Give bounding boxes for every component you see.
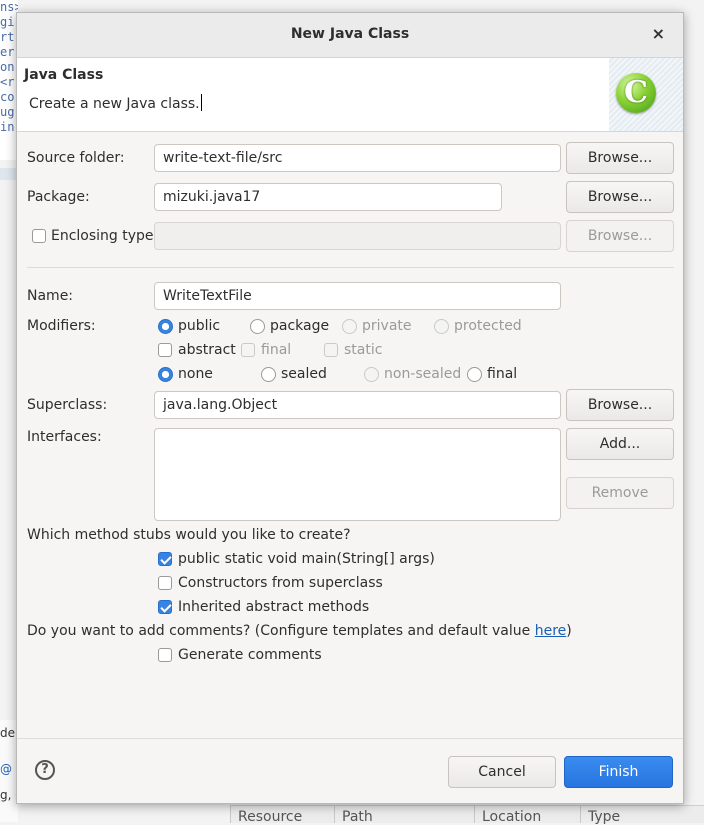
background-text: @ bbox=[0, 762, 12, 776]
superclass-browse-button[interactable]: Browse... bbox=[566, 389, 674, 421]
background-text: de bbox=[0, 726, 15, 740]
source-folder-label: Source folder: bbox=[27, 150, 125, 166]
source-folder-input[interactable]: write-text-file/src bbox=[154, 144, 561, 172]
remove-interface-button[interactable]: Remove bbox=[566, 477, 674, 509]
modifier-abstract-checkbox[interactable] bbox=[158, 343, 172, 357]
superclass-label: Superclass: bbox=[27, 397, 108, 413]
stub-inherited-checkbox[interactable] bbox=[158, 600, 172, 614]
wizard-header: Java Class Create a new Java class. C bbox=[17, 58, 683, 132]
inheritance-sealed-label: sealed bbox=[281, 366, 327, 382]
modifiers-label: Modifiers: bbox=[27, 318, 96, 334]
inheritance-final-label: final bbox=[487, 366, 518, 382]
column-header-path: Path bbox=[342, 809, 373, 825]
column-header-type: Type bbox=[588, 809, 621, 825]
dialog-title: New Java Class bbox=[290, 26, 410, 42]
background-table-header: Resource Path Location Type bbox=[230, 805, 704, 825]
modifier-private-radio[interactable] bbox=[342, 319, 357, 334]
package-label: Package: bbox=[27, 189, 90, 205]
modifier-package-label: package bbox=[270, 318, 330, 334]
dialog-titlebar[interactable]: New Java Class × bbox=[17, 13, 683, 58]
java-class-logo-icon: C bbox=[616, 73, 656, 113]
enclosing-type-label: Enclosing type: bbox=[51, 228, 159, 244]
modifier-static-checkbox[interactable] bbox=[324, 343, 338, 357]
inheritance-none-label: none bbox=[178, 366, 213, 382]
class-name-input[interactable]: WriteTextFile bbox=[154, 282, 561, 310]
enclosing-type-checkbox[interactable] bbox=[32, 229, 46, 243]
divider bbox=[27, 267, 674, 268]
configure-templates-link[interactable]: here bbox=[535, 623, 567, 639]
modifier-private-label: private bbox=[362, 318, 412, 334]
modifier-abstract-label: abstract bbox=[178, 342, 236, 358]
wizard-description: Create a new Java class. bbox=[29, 94, 202, 112]
cancel-button[interactable]: Cancel bbox=[448, 756, 556, 788]
new-java-class-dialog: New Java Class × Java Class Create a new… bbox=[16, 12, 684, 804]
modifier-protected-radio[interactable] bbox=[434, 319, 449, 334]
stub-constructors-label: Constructors from superclass bbox=[178, 575, 383, 591]
package-browse-button[interactable]: Browse... bbox=[566, 181, 674, 213]
column-header-resource: Resource bbox=[238, 809, 303, 825]
enclosing-type-browse-button[interactable]: Browse... bbox=[566, 220, 674, 252]
source-folder-browse-button[interactable]: Browse... bbox=[566, 142, 674, 174]
superclass-input[interactable]: java.lang.Object bbox=[154, 391, 561, 419]
stub-main-checkbox[interactable] bbox=[158, 552, 172, 566]
close-icon[interactable]: × bbox=[652, 24, 665, 43]
modifier-public-radio[interactable] bbox=[158, 319, 173, 334]
enclosing-type-input[interactable] bbox=[154, 222, 561, 250]
generate-comments-checkbox[interactable] bbox=[158, 648, 172, 662]
package-input[interactable]: mizuki.java17 bbox=[154, 183, 502, 211]
inheritance-final-radio[interactable] bbox=[467, 367, 482, 382]
stub-constructors-checkbox[interactable] bbox=[158, 576, 172, 590]
inheritance-sealed-radio[interactable] bbox=[261, 367, 276, 382]
modifier-public-label: public bbox=[178, 318, 221, 334]
footer-divider bbox=[17, 738, 683, 739]
help-icon[interactable]: ? bbox=[35, 760, 55, 780]
inheritance-none-radio[interactable] bbox=[158, 367, 173, 382]
stub-main-label: public static void main(String[] args) bbox=[178, 551, 435, 567]
name-label: Name: bbox=[27, 288, 74, 304]
method-stubs-question: Which method stubs would you like to cre… bbox=[27, 527, 351, 543]
add-interface-button[interactable]: Add... bbox=[566, 428, 674, 460]
interfaces-label: Interfaces: bbox=[27, 429, 102, 445]
inheritance-non-sealed-radio[interactable] bbox=[364, 367, 379, 382]
modifier-package-radio[interactable] bbox=[250, 319, 265, 334]
wizard-title: Java Class bbox=[24, 67, 104, 83]
modifier-final-checkbox[interactable] bbox=[241, 343, 255, 357]
modifier-protected-label: protected bbox=[454, 318, 522, 334]
wizard-banner: C bbox=[609, 58, 683, 131]
modifier-final-label: final bbox=[261, 342, 292, 358]
modifier-static-label: static bbox=[344, 342, 383, 358]
column-header-location: Location bbox=[482, 809, 542, 825]
inheritance-non-sealed-label: non-sealed bbox=[384, 366, 462, 382]
comments-question: Do you want to add comments? (Configure … bbox=[27, 623, 572, 639]
finish-button[interactable]: Finish bbox=[564, 756, 673, 788]
stub-inherited-label: Inherited abstract methods bbox=[178, 599, 370, 615]
interfaces-list[interactable] bbox=[154, 428, 561, 521]
generate-comments-label: Generate comments bbox=[178, 647, 322, 663]
